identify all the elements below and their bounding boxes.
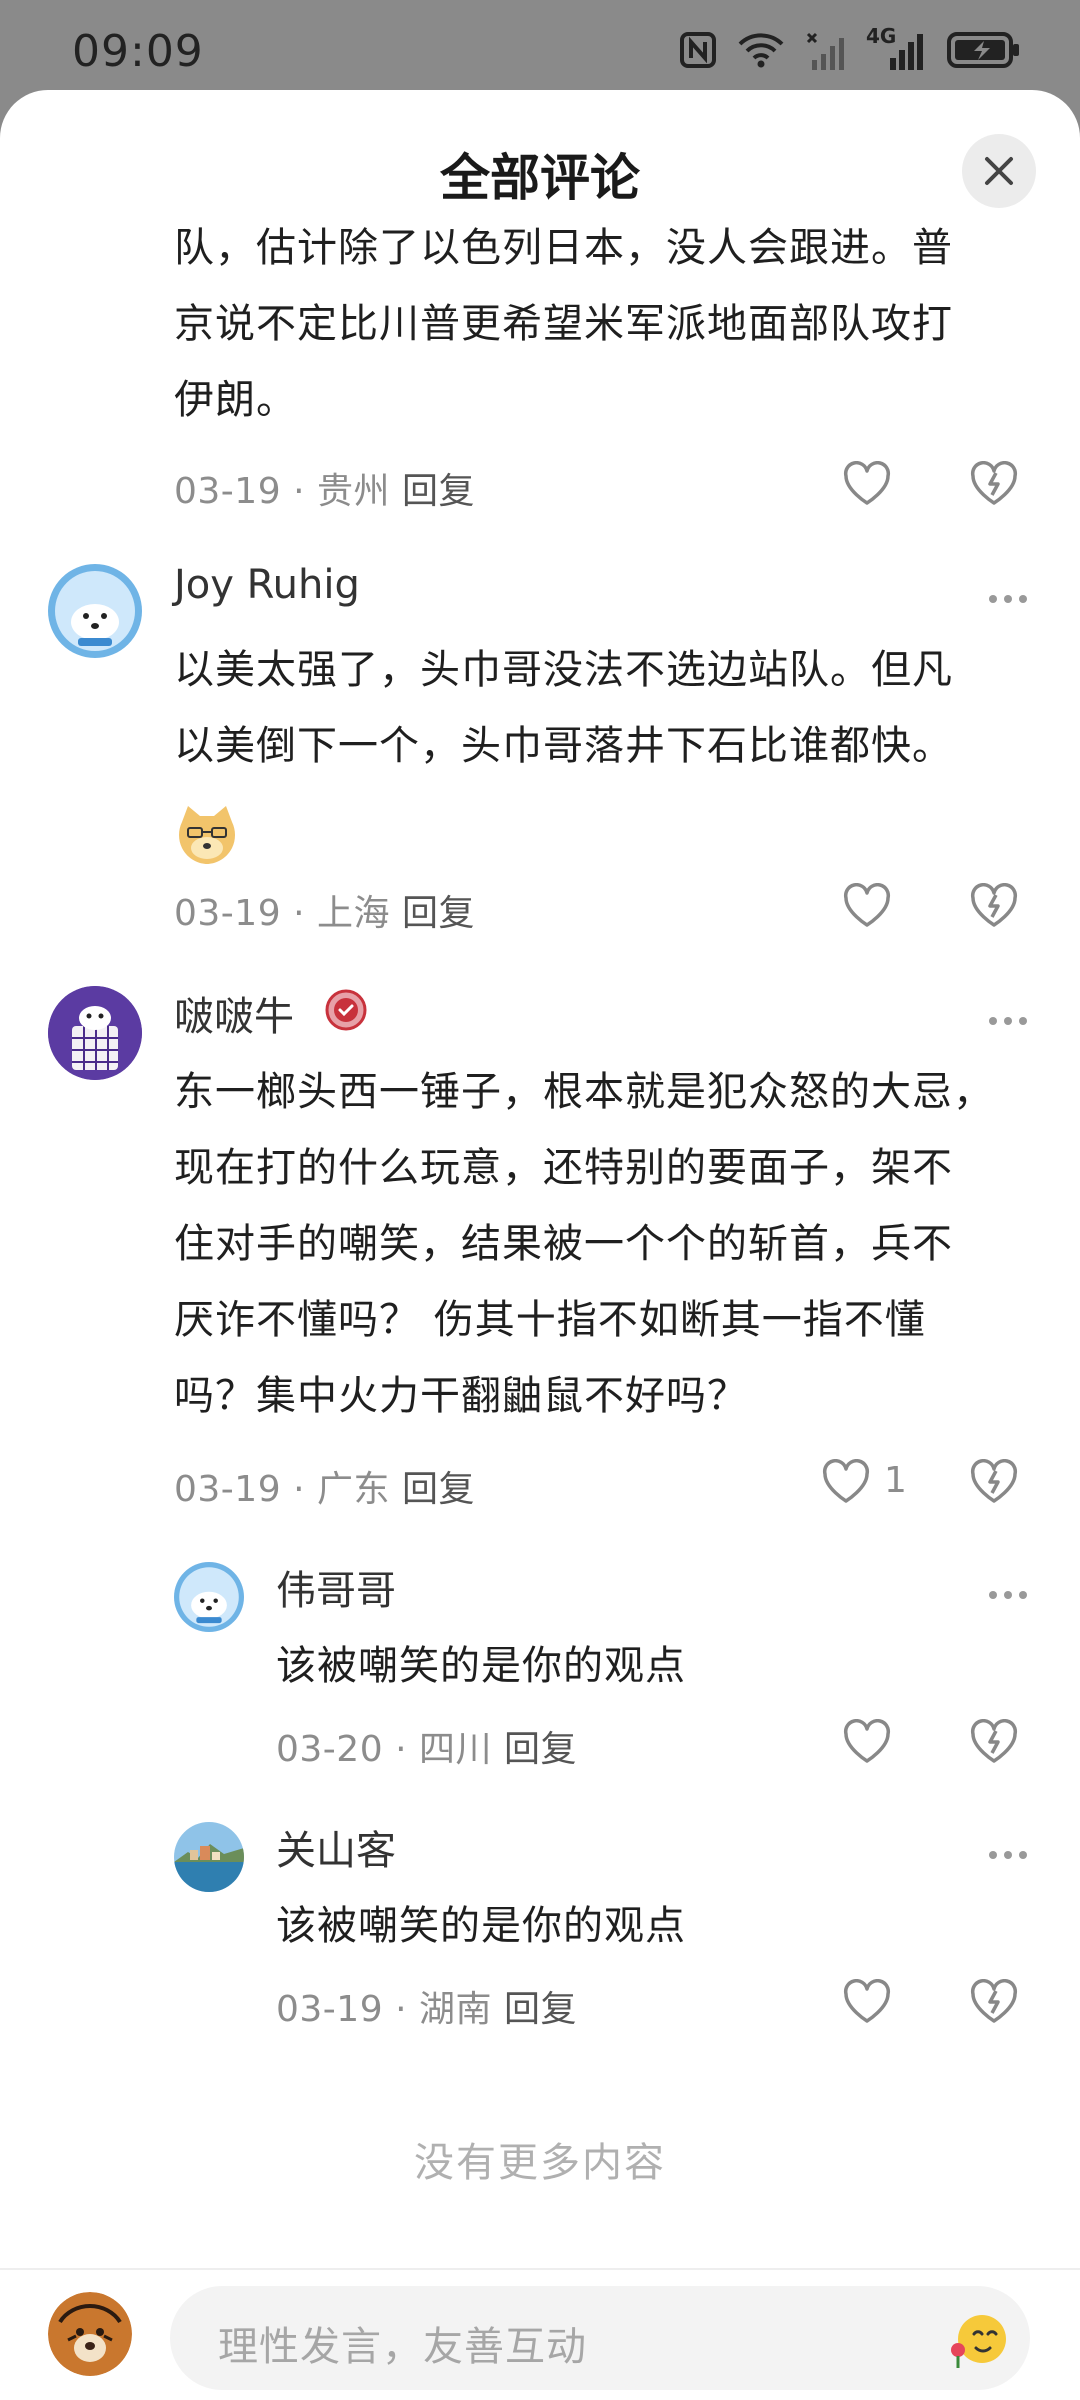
more-icon (989, 1851, 1027, 1859)
status-icons: 4G (678, 24, 1022, 74)
comment-text-line: 以美倒下一个，头巾哥落井下石比谁都快。 (174, 723, 953, 769)
comment-date: 03-19 (174, 1469, 282, 1510)
broken-heart-icon (970, 1459, 1018, 1503)
like-button[interactable] (818, 1454, 874, 1510)
comment-meta: 03-19 · 广东 回复 (174, 1460, 475, 1512)
reply-location: 四川 (418, 1729, 492, 1770)
nfc-icon (680, 32, 716, 68)
comment-text-line: 现在打的什么玩意，还特别的要面子，架不 (174, 1145, 953, 1191)
reply-location: 湖南 (418, 1989, 492, 2030)
like-button[interactable] (839, 1714, 895, 1770)
comment-input[interactable]: 理性发言，友善互动 (170, 2286, 1030, 2390)
username[interactable]: Joy Ruhig (174, 562, 360, 608)
comment-text-line: 住对手的嘲笑，结果被一个个的斩首，兵不 (174, 1221, 953, 1267)
meta-separator: · (293, 471, 306, 512)
reply-meta: 03-19 · 湖南 回复 (276, 1980, 577, 2032)
heart-icon (843, 1719, 891, 1763)
more-icon (989, 1591, 1027, 1599)
reply-meta: 03-20 · 四川 回复 (276, 1720, 577, 1772)
reply-date: 03-19 (276, 1989, 384, 2030)
comment-text-line: 吗？集中火力干翻鼬鼠不好吗？ (174, 1373, 748, 1419)
comment-meta: 03-19 · 贵州 回复 (174, 462, 475, 514)
meta-separator: · (395, 1729, 408, 1770)
more-icon (989, 595, 1027, 603)
comment-location: 广东 (316, 1469, 390, 1510)
broken-heart-icon (970, 461, 1018, 505)
signal-no-sim-icon (806, 32, 844, 70)
broken-heart-icon (970, 1719, 1018, 1763)
dislike-button[interactable] (966, 1454, 1022, 1510)
verified-badge (324, 988, 368, 1032)
dislike-button[interactable] (966, 1974, 1022, 2030)
more-options-button[interactable] (978, 584, 1038, 614)
avatar[interactable] (48, 564, 142, 658)
reply-text: 该被嘲笑的是你的观点 (276, 1903, 686, 1949)
comment-text-line: 伊朗。 (174, 377, 297, 423)
reply-button[interactable]: 回复 (504, 1729, 577, 1770)
reply-button[interactable]: 回复 (402, 893, 475, 934)
comment-text-line: 京说不定比川普更希望米军派地面部队攻打 (174, 301, 953, 347)
meta-separator: · (293, 1469, 306, 1510)
heart-icon (843, 883, 891, 927)
close-icon (985, 157, 1013, 185)
reply-text: 该被嘲笑的是你的观点 (276, 1643, 686, 1689)
comment-date: 03-19 (174, 471, 282, 512)
comment-text: 队，估计除了以色列日本，没人会跟进。普 京说不定比川普更希望米军派地面部队攻打 … (174, 210, 1054, 438)
comment-date: 03-19 (174, 893, 282, 934)
dislike-button[interactable] (966, 878, 1022, 934)
more-options-button[interactable] (978, 1006, 1038, 1036)
close-button[interactable] (962, 134, 1036, 208)
comments-sheet: 全部评论 队，估计除了以色列日本，没人会跟进。普 京说不定比川普更希望米军派地面… (0, 90, 1080, 2400)
signal-4g-icon: 4G (866, 24, 928, 72)
comment-location: 上海 (316, 893, 390, 934)
comment-text: 东一榔头西一锤子，根本就是犯众怒的大忌， 现在打的什么玩意，还特别的要面子，架不… (174, 1054, 1054, 1434)
emoji-icon (951, 2315, 1006, 2368)
meta-separator: · (395, 1989, 408, 2030)
battery-charging-icon (947, 32, 1019, 68)
heart-icon (822, 1459, 870, 1503)
more-options-button[interactable] (978, 1580, 1038, 1610)
avatar[interactable] (174, 1562, 244, 1632)
heart-icon (843, 1979, 891, 2023)
dislike-button[interactable] (966, 456, 1022, 512)
meta-separator: · (293, 893, 306, 934)
dislike-button[interactable] (966, 1714, 1022, 1770)
username[interactable]: 关山客 (276, 1818, 396, 1876)
broken-heart-icon (970, 1979, 1018, 2023)
no-more-content: 没有更多内容 (414, 2140, 666, 2186)
more-icon (989, 1017, 1027, 1025)
username[interactable]: 伟哥哥 (276, 1558, 396, 1616)
wifi-icon (738, 33, 784, 68)
like-button[interactable] (839, 1974, 895, 2030)
avatar[interactable] (48, 986, 142, 1080)
my-avatar[interactable] (48, 2292, 132, 2376)
broken-heart-icon (970, 883, 1018, 927)
comment-text-line: 厌诈不懂吗？ 伤其十指不如断其一指不懂 (174, 1297, 926, 1343)
like-count: 1 (884, 1460, 907, 1501)
comment-text-line: 队，估计除了以色列日本，没人会跟进。普 (174, 225, 953, 271)
username[interactable]: 啵啵牛 (174, 984, 294, 1042)
reply-button[interactable]: 回复 (504, 1989, 577, 2030)
doge-emoji (174, 802, 240, 868)
heart-icon (843, 461, 891, 505)
reply-date: 03-20 (276, 1729, 384, 1770)
status-time: 09:09 (72, 26, 204, 77)
emoji-button[interactable] (944, 2306, 1010, 2372)
comment-input-placeholder: 理性发言，友善互动 (218, 2324, 587, 2370)
status-bar: 09:09 4G (0, 0, 1080, 100)
sheet-title: 全部评论 (440, 149, 640, 207)
avatar[interactable] (174, 1822, 244, 1892)
like-button[interactable] (839, 456, 895, 512)
reply-button[interactable]: 回复 (402, 471, 475, 512)
comment-input-bar: 理性发言，友善互动 (0, 2268, 1080, 2400)
like-button[interactable] (839, 878, 895, 934)
comment-location: 贵州 (316, 471, 390, 512)
more-options-button[interactable] (978, 1840, 1038, 1870)
comment-meta: 03-19 · 上海 回复 (174, 884, 475, 936)
comment-text-line: 以美太强了，头巾哥没法不选边站队。但凡 (174, 647, 953, 693)
comment-text-line: 东一榔头西一锤子，根本就是犯众怒的大忌， (174, 1069, 994, 1115)
comment-text: 以美太强了，头巾哥没法不选边站队。但凡 以美倒下一个，头巾哥落井下石比谁都快。 (174, 632, 1054, 784)
reply-button[interactable]: 回复 (402, 1469, 475, 1510)
